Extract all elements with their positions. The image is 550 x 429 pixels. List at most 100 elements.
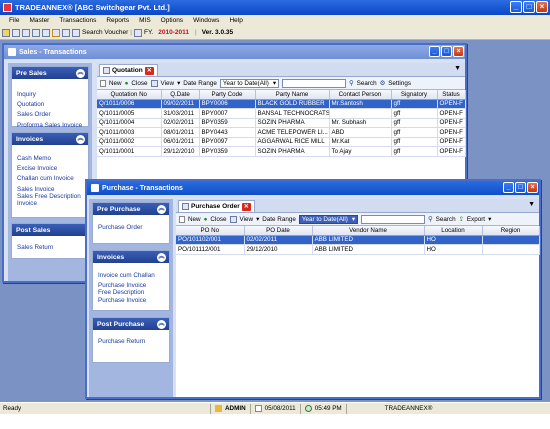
table-row[interactable]: Q/1011/0005 31/03/2011 BPY0007 BANSAL TECHN… <box>97 108 466 119</box>
print-icon[interactable] <box>62 28 70 37</box>
tab-menu-icon[interactable]: ▼ <box>528 201 535 208</box>
table-row[interactable]: Q/1011/0002 06/01/2011 BPY0097 AGGARWAL RIC… <box>97 137 466 147</box>
clock-icon <box>304 405 312 412</box>
section-header[interactable]: Post Sales <box>12 224 88 236</box>
table-row[interactable]: Q/1011/0003 08/01/2011 BPY0443 ACME TELEPOW… <box>97 127 466 138</box>
view-button[interactable]: View <box>240 216 254 223</box>
menu-reports[interactable]: Reports <box>101 17 134 24</box>
column-header[interactable]: Status <box>437 90 466 100</box>
menu-mis[interactable]: MIS <box>134 17 156 24</box>
search-voucher-icon[interactable] <box>72 28 80 37</box>
search-input[interactable] <box>282 78 346 88</box>
chevron-up-icon[interactable]: ︽ <box>157 319 166 329</box>
nav-item-sales-invoice[interactable]: Sales Invoice <box>17 186 83 193</box>
maximize-button[interactable]: □ <box>523 1 535 13</box>
menu-master[interactable]: Master <box>24 17 54 24</box>
section-header[interactable]: Pre Sales ︽ <box>12 67 88 79</box>
column-header[interactable]: Region <box>482 226 540 236</box>
table-row[interactable]: Q/1011/0001 29/12/2010 BPY0359 SOZIN PHARMA… <box>97 146 466 157</box>
tab-menu-icon[interactable]: ▼ <box>454 65 461 72</box>
column-header[interactable]: Q.Date <box>161 90 200 100</box>
minimize-button[interactable]: _ <box>510 1 522 13</box>
chevron-up-icon[interactable]: ︽ <box>76 68 85 78</box>
nav-item-purchase-invoice[interactable]: Purchase Invoice <box>98 282 164 289</box>
close-button[interactable]: Close <box>131 80 147 87</box>
column-header[interactable]: Signatory <box>391 90 438 100</box>
table-row[interactable]: PO/101102/001 02/02/2011 ABB LIMITED HO <box>176 235 540 245</box>
column-header[interactable]: Vendor Name <box>312 226 425 236</box>
nav-item-challan-invoice[interactable]: Challan cum Invoice <box>17 175 83 182</box>
settings-button[interactable]: Settings <box>388 80 411 87</box>
column-header[interactable]: Party Name <box>255 90 330 100</box>
search-input[interactable] <box>361 214 425 224</box>
tab-quotation[interactable]: Quotation ✕ <box>99 64 158 76</box>
nav-item-excise-invoice[interactable]: Excise Invoice <box>17 165 83 172</box>
table-row[interactable]: PO/101112/001 29/12/2010 ABB LIMITED HO <box>176 244 540 255</box>
nav-item-purchase-return[interactable]: Purchase Return <box>98 338 164 345</box>
export-button[interactable]: Export <box>467 216 485 223</box>
nav-item-free-description[interactable]: Free Description <box>98 289 164 296</box>
close-button[interactable]: × <box>527 182 538 193</box>
main-toolbar: Search Voucher | FY. 2010-2011 | Ver. 3.… <box>0 26 550 40</box>
menu-transactions[interactable]: Transactions <box>54 17 101 24</box>
column-header[interactable]: Party Code <box>199 90 256 100</box>
nav-item-invoice-challan[interactable]: Invoice cum Challan <box>98 272 164 279</box>
minimize-button[interactable]: _ <box>429 46 440 57</box>
maximize-button[interactable]: □ <box>515 182 526 193</box>
grid-icon[interactable] <box>22 28 30 37</box>
date-range-select[interactable]: Year to Date(All) ▾ <box>298 214 358 224</box>
menu-options[interactable]: Options <box>156 17 188 24</box>
table-icon[interactable] <box>42 28 50 37</box>
chevron-down-icon[interactable]: ▾ <box>488 216 491 223</box>
menu-help[interactable]: Help <box>224 17 247 24</box>
new-button[interactable]: New <box>188 216 201 223</box>
section-header[interactable]: Post Purchase ︽ <box>93 318 169 330</box>
section-header[interactable]: Pre Purchase ︽ <box>93 203 169 215</box>
menu-file[interactable]: File <box>4 17 24 24</box>
chevron-up-icon[interactable]: ︽ <box>76 134 85 144</box>
nav-item-purchase-order[interactable]: Purchase Order <box>98 224 164 231</box>
edit-icon[interactable] <box>12 28 20 37</box>
dropdown-arrow-icon[interactable]: ▾ <box>256 216 259 223</box>
chevron-up-icon[interactable]: ︽ <box>157 204 166 214</box>
search-button[interactable]: Search <box>357 80 377 87</box>
nav-item-sales-order[interactable]: Sales Order <box>17 111 83 118</box>
close-tab-icon[interactable]: ✕ <box>144 66 154 75</box>
nav-item-proforma[interactable]: Proforma Sales Invoice <box>17 122 83 129</box>
nav-item-invoice[interactable]: Invoice <box>17 200 83 207</box>
nav-item-sales-return[interactable]: Sales Return <box>17 244 83 251</box>
dropdown-arrow-icon[interactable]: ▾ <box>177 80 180 87</box>
view-button[interactable]: View <box>161 80 175 87</box>
search-button[interactable]: Search <box>436 216 456 223</box>
column-header[interactable]: Location <box>424 226 483 236</box>
section-header[interactable]: Invoices ︽ <box>12 133 88 145</box>
date-range-select[interactable]: Year to Date(All) ▾ <box>219 78 279 88</box>
table-row[interactable]: Q/1011/0004 02/02/2011 BPY0359 SOZIN PHARMA… <box>97 118 466 128</box>
new-icon <box>179 215 185 223</box>
section-header[interactable]: Invoices ︽ <box>93 251 169 263</box>
column-header[interactable]: Contact Person <box>329 90 392 100</box>
column-header[interactable]: Quotation No <box>97 90 162 100</box>
minimize-button[interactable]: _ <box>503 182 514 193</box>
menu-windows[interactable]: Windows <box>188 17 224 24</box>
nav-item-cash-memo[interactable]: Cash Memo <box>17 155 83 162</box>
new-button[interactable]: New <box>109 80 122 87</box>
search-voucher-button[interactable]: Search Voucher <box>82 29 128 36</box>
nav-item-purchase-invoice-2[interactable]: Purchase Invoice <box>98 297 164 304</box>
nav-item-quotation[interactable]: Quotation <box>17 101 83 108</box>
close-button[interactable]: × <box>536 1 548 13</box>
close-button[interactable]: × <box>453 46 464 57</box>
list-icon[interactable] <box>32 28 40 37</box>
maximize-button[interactable]: □ <box>441 46 452 57</box>
report-icon[interactable] <box>52 28 60 37</box>
close-button[interactable]: Close <box>210 216 226 223</box>
nav-item-inquiry[interactable]: Inquiry <box>17 91 83 98</box>
column-header[interactable]: PO No <box>176 226 245 236</box>
table-row[interactable]: Q/1011/0006 09/02/2011 BPY0006 BLACK GOLD R… <box>97 99 466 109</box>
nav-item-sales-free-desc[interactable]: Sales Free Description <box>17 193 83 200</box>
chevron-up-icon[interactable]: ︽ <box>157 252 166 262</box>
close-tab-icon[interactable]: ✕ <box>241 202 251 211</box>
open-icon[interactable] <box>2 28 10 37</box>
tab-purchase-order[interactable]: Purchase Order ✕ <box>178 200 255 212</box>
column-header[interactable]: PO Date <box>244 226 313 236</box>
